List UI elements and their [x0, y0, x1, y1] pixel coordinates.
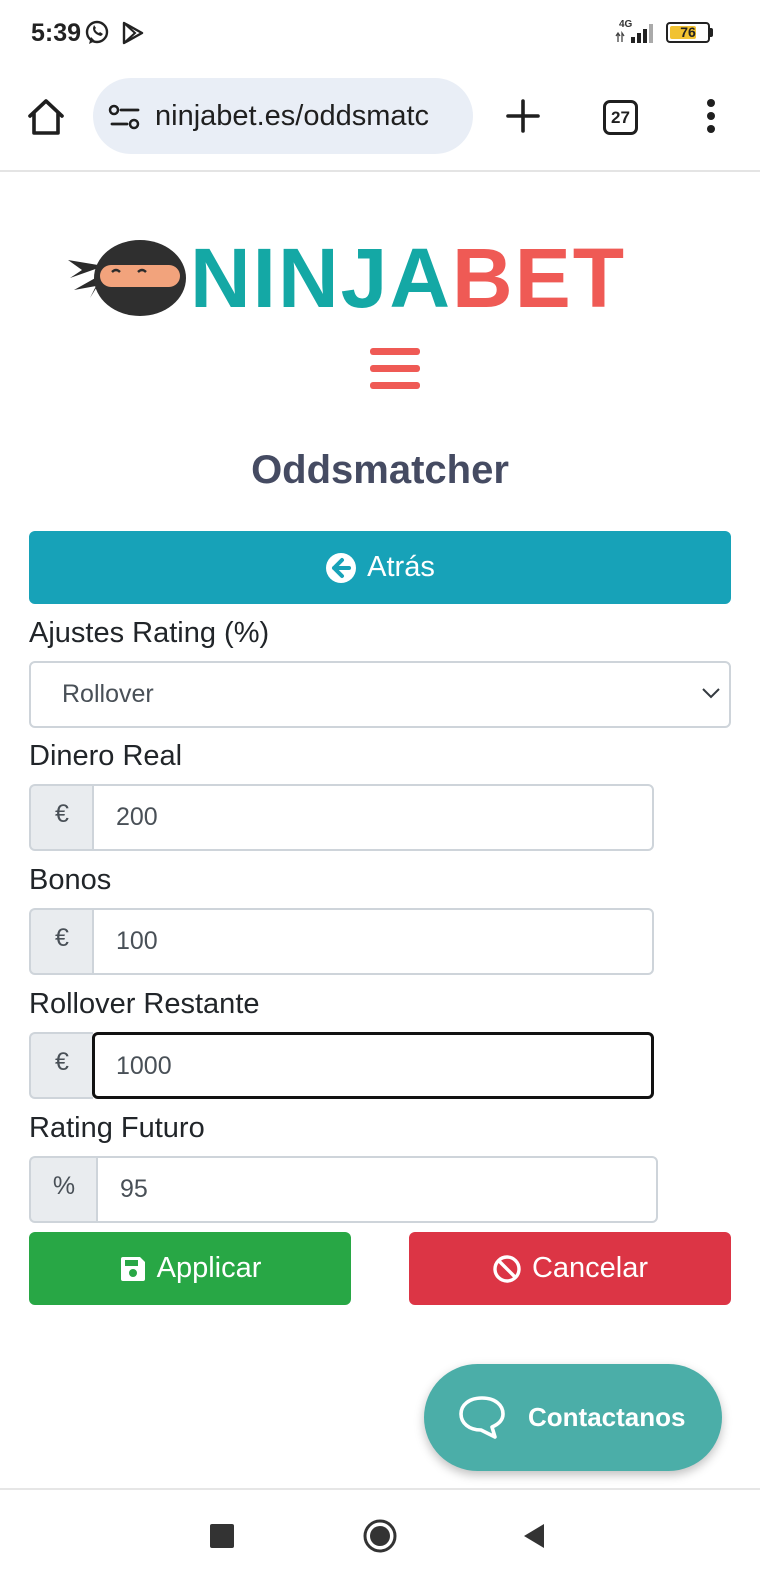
status-bar: 5:39 4G 76 — [0, 0, 760, 68]
signal-strength-icon — [615, 24, 653, 43]
chat-bubble-icon — [459, 1396, 505, 1439]
tab-switcher-icon[interactable]: 27 — [603, 100, 638, 135]
cancel-button-label: Cancelar — [531, 1252, 649, 1284]
battery-indicator: 76 — [666, 22, 710, 43]
real-money-label: Dinero Real — [29, 740, 183, 772]
back-button[interactable]: Atrás — [29, 531, 731, 604]
future-rating-group: % 95 — [29, 1156, 658, 1223]
currency-addon: € — [29, 1032, 93, 1099]
play-store-icon — [122, 21, 144, 45]
future-rating-input[interactable]: 95 — [96, 1156, 658, 1223]
new-tab-icon[interactable] — [505, 98, 541, 134]
cancel-button[interactable]: Cancelar — [409, 1232, 731, 1305]
page-title: Oddsmatcher — [251, 448, 509, 492]
real-money-group: € 200 — [29, 784, 654, 851]
rollover-remaining-label: Rollover Restante — [29, 988, 260, 1020]
ninjabet-logo[interactable]: NINJABET — [66, 232, 626, 324]
system-navigation-bar — [0, 1488, 760, 1581]
ban-icon — [493, 1254, 521, 1283]
currency-addon: € — [29, 784, 93, 851]
battery-percent: 76 — [680, 24, 696, 40]
future-rating-label: Rating Futuro — [29, 1112, 205, 1144]
status-time: 5:39 — [31, 19, 82, 47]
chevron-down-icon — [702, 688, 720, 699]
rating-settings-label: Ajustes Rating (%) — [29, 617, 270, 649]
home-icon[interactable] — [25, 96, 67, 138]
percent-addon: % — [29, 1156, 97, 1223]
battery-tip — [710, 28, 713, 37]
real-money-input[interactable]: 200 — [92, 784, 654, 851]
apply-button[interactable]: Applicar — [29, 1232, 351, 1305]
rollover-remaining-input[interactable]: 1000 — [92, 1032, 654, 1099]
arrow-left-circle-icon — [326, 552, 357, 583]
rollover-remaining-group: € 1000 — [29, 1032, 654, 1099]
back-triangle-icon[interactable] — [522, 1522, 548, 1550]
rating-settings-value: Rollover — [62, 680, 154, 708]
url-text: ninjabet.es/oddsmatc — [155, 100, 430, 132]
contact-button-label: Contactanos — [528, 1402, 686, 1432]
apply-button-label: Applicar — [156, 1252, 262, 1284]
logo-wordmark: NINJABET — [190, 232, 626, 324]
contact-chat-button[interactable]: Contactanos — [424, 1364, 722, 1471]
site-settings-icon[interactable] — [108, 103, 142, 133]
bonus-input[interactable]: 100 — [92, 908, 654, 975]
back-button-label: Atrás — [367, 551, 435, 583]
more-menu-icon[interactable] — [705, 99, 717, 135]
rating-settings-select[interactable]: Rollover — [29, 661, 731, 728]
bonus-label: Bonos — [29, 864, 112, 896]
recent-apps-icon[interactable] — [210, 1524, 234, 1548]
bonus-group: € 100 — [29, 908, 654, 975]
address-bar[interactable]: ninjabet.es/oddsmatc — [93, 78, 473, 154]
logo-bet-text: BET — [452, 231, 627, 325]
save-icon — [120, 1256, 145, 1281]
home-circle-icon[interactable] — [362, 1518, 398, 1554]
ninja-mascot-icon — [68, 240, 186, 316]
browser-toolbar: ninjabet.es/oddsmatc 27 — [0, 68, 760, 172]
hamburger-menu-icon[interactable] — [370, 348, 420, 390]
currency-addon: € — [29, 908, 93, 975]
whatsapp-icon — [85, 20, 109, 44]
logo-ninja-text: NINJA — [190, 231, 453, 325]
